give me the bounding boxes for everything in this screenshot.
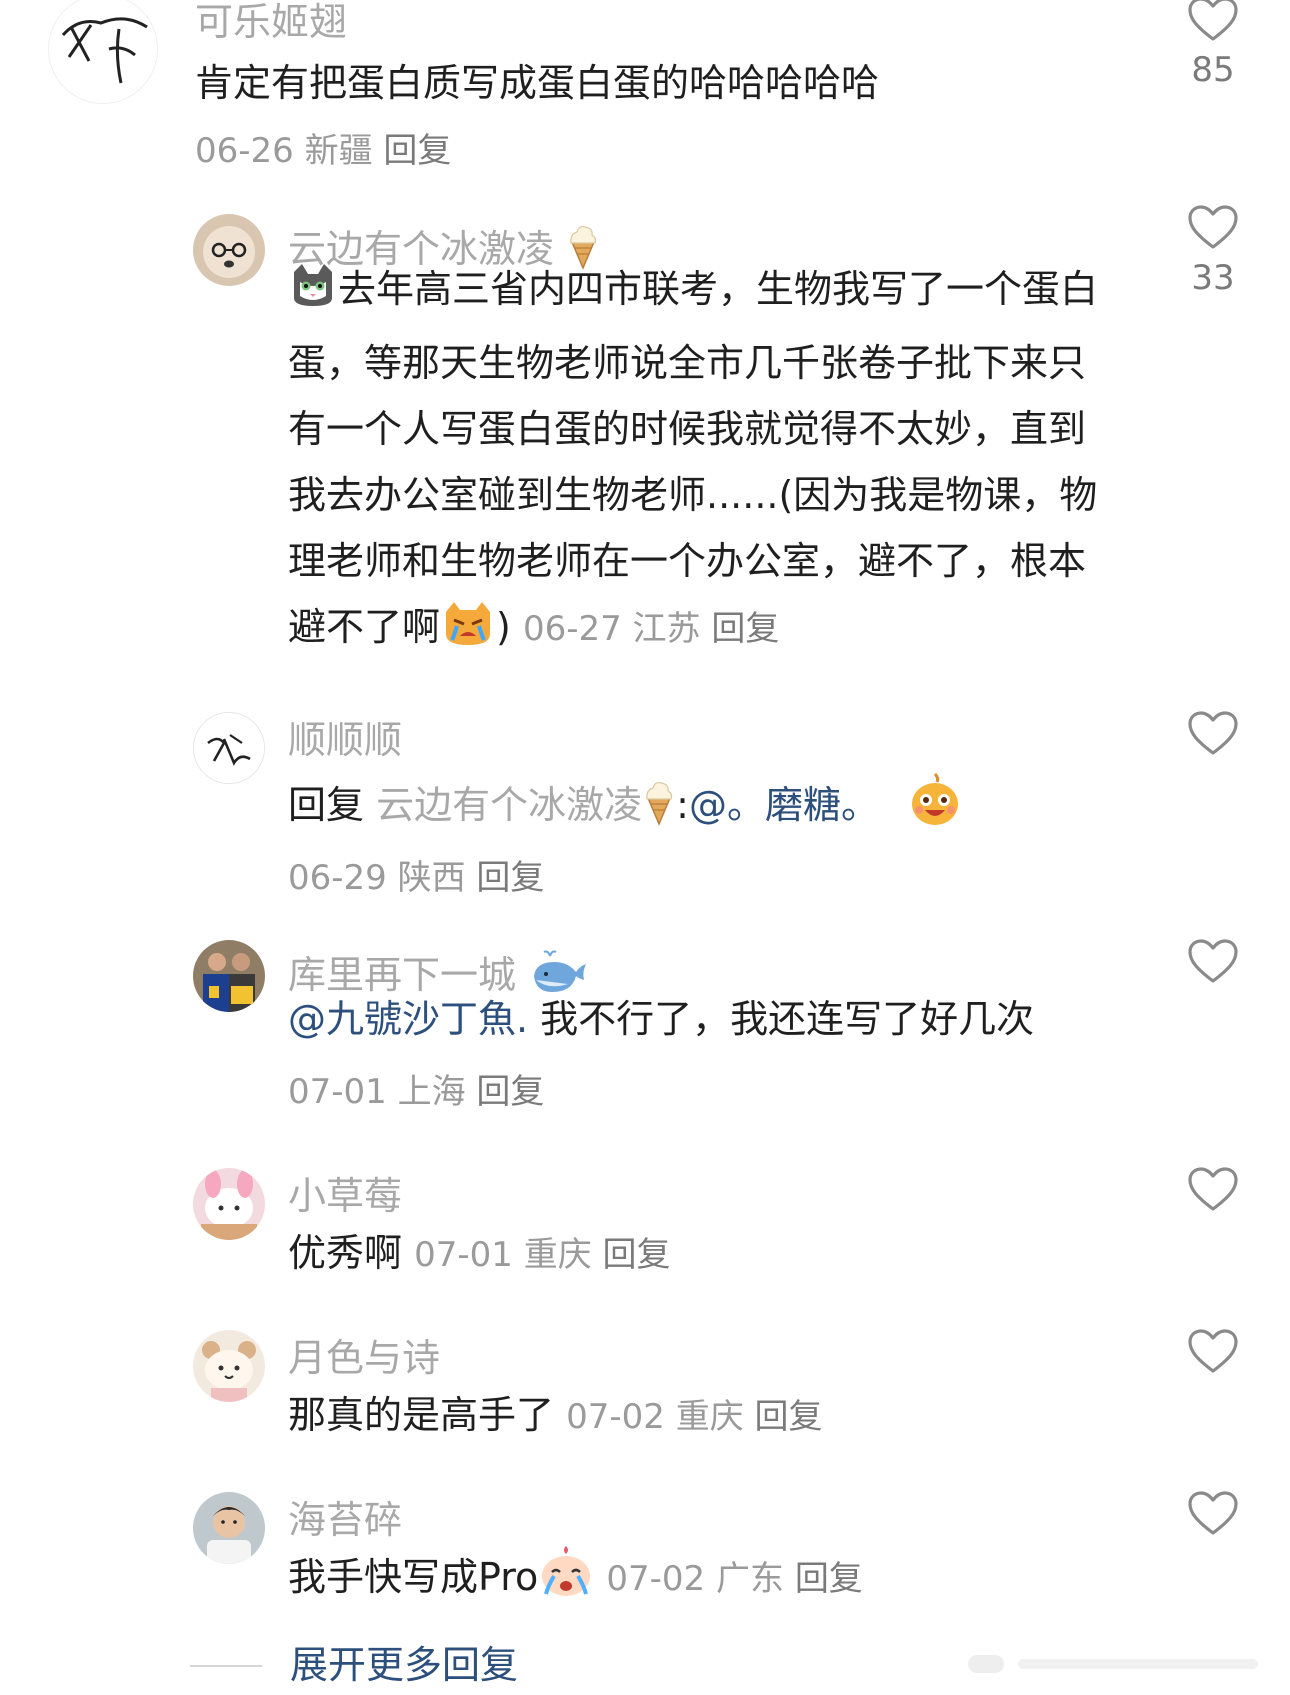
divider-line: [190, 1665, 262, 1667]
comment-text: 我手快写成Pro 07-02 广东 回复: [288, 1544, 1123, 1618]
cute-bear-avatar-icon: [193, 1330, 265, 1402]
comment-meta: 07-02 广东 回复: [606, 1559, 862, 1599]
avatar[interactable]: [193, 1168, 265, 1240]
comment-text: @九號沙丁魚. 我不行了，我还连写了好几次: [288, 986, 1123, 1052]
avatar[interactable]: [193, 1492, 265, 1564]
angry-cat-crying-emoji: [440, 598, 496, 668]
heart-icon: [1188, 1167, 1238, 1211]
reply-button[interactable]: 回复: [603, 1235, 671, 1275]
comment-date: 06-27: [522, 609, 622, 649]
reply-button[interactable]: 回复: [476, 858, 544, 898]
comment-text-content: 那真的是高手了: [288, 1393, 555, 1437]
mention-link[interactable]: @九號沙丁魚.: [288, 997, 528, 1041]
avatar[interactable]: [193, 712, 265, 784]
like-button[interactable]: [1183, 1490, 1243, 1536]
comment-location: 广东: [716, 1559, 784, 1599]
comment-date: 07-01: [414, 1235, 513, 1275]
boy-photo-avatar-icon: [193, 1492, 265, 1564]
comment-author[interactable]: 小草莓: [288, 1174, 402, 1218]
comment-author[interactable]: 顺顺顺: [288, 718, 402, 762]
comment-location: 重庆: [675, 1397, 744, 1437]
heart-icon: [1188, 939, 1238, 983]
comment-text: 那真的是高手了 07-02 重庆 回复: [288, 1382, 1123, 1450]
ice-cream-icon: [642, 778, 676, 846]
comment-text-content: 去年高三省内四市联考，生物我写了一个蛋白蛋，等那天生物老师说全市几千张卷子批下来…: [288, 267, 1099, 649]
comment-date: 07-01: [288, 1072, 387, 1112]
like-button[interactable]: [1183, 710, 1243, 756]
watermark-logo: [968, 1647, 1268, 1681]
scribble-drawing-avatar-icon: [49, 0, 157, 103]
comment-meta: 06-29 陕西 回复: [288, 858, 544, 898]
like-button[interactable]: [1183, 938, 1243, 984]
comment-text: 肯定有把蛋白质写成蛋白蛋的哈哈哈哈哈: [195, 61, 880, 105]
comment-meta: 07-02 重庆 回复: [566, 1397, 822, 1437]
comment-location: 江苏: [632, 609, 701, 649]
reply-button[interactable]: 回复: [755, 1397, 823, 1437]
reply-separator: :: [676, 783, 689, 827]
reply-button[interactable]: 回复: [711, 609, 779, 649]
avatar[interactable]: [193, 1330, 265, 1402]
comment-date: 07-02: [566, 1397, 665, 1437]
expand-more-label[interactable]: 展开更多回复: [290, 1640, 518, 1690]
comment-text: 优秀啊 07-01 重庆 回复: [288, 1220, 1123, 1288]
pink-bunny-avatar-icon: [193, 1168, 265, 1240]
heart-icon: [1188, 205, 1238, 249]
avatar[interactable]: [193, 940, 265, 1012]
reply-prefix: 回复: [288, 783, 365, 827]
like-count: 85: [1191, 50, 1235, 90]
reply-button[interactable]: 回复: [383, 131, 451, 171]
comment-text: 回复 云边有个冰激凌 :@。磨糖。: [288, 772, 1123, 846]
cat-face-emoji: [288, 260, 338, 330]
puppy-with-glasses-avatar-icon: [193, 214, 265, 286]
avatar[interactable]: [193, 214, 265, 286]
comment-text: 去年高三省内四市联考，生物我写了一个蛋白蛋，等那天生物老师说全市几千张卷子批下来…: [288, 256, 1123, 668]
comment-location: 陕西: [397, 858, 466, 898]
like-button[interactable]: 33: [1183, 204, 1243, 298]
comment-meta: 06-27 江苏 回复: [523, 609, 779, 649]
avatar[interactable]: [48, 0, 158, 104]
heart-icon: [1188, 711, 1238, 755]
comment-location: 上海: [397, 1072, 466, 1112]
calligraphy-signature-avatar-icon: [194, 713, 264, 783]
like-count: 33: [1191, 258, 1235, 298]
like-button[interactable]: [1183, 1328, 1243, 1374]
comment-meta: 07-01 上海 回复: [288, 1072, 544, 1112]
mention-link[interactable]: @。磨糖。: [689, 783, 879, 827]
laughing-face-emoji: [909, 772, 961, 846]
comment-date: 06-29: [288, 858, 387, 898]
comment-text-tail: ): [496, 605, 511, 649]
reply-button[interactable]: 回复: [795, 1559, 863, 1599]
comment-author[interactable]: 海苔碎: [288, 1498, 402, 1542]
comment-text-content: 优秀啊: [288, 1231, 403, 1275]
heart-icon: [1188, 0, 1238, 41]
reply-button[interactable]: 回复: [476, 1072, 544, 1112]
comment-author[interactable]: 月色与诗: [288, 1336, 440, 1380]
comment-date: 07-02: [606, 1559, 706, 1599]
reply-to-author[interactable]: 云边有个冰激凌: [376, 783, 642, 827]
comment-meta: 06-26 新疆 回复: [195, 131, 451, 171]
comment-text-content: 我手快写成Pro: [288, 1555, 539, 1599]
crying-baby-face-emoji: [538, 1544, 594, 1618]
basketball-players-avatar-icon: [193, 940, 265, 1012]
heart-icon: [1188, 1491, 1238, 1535]
comment-text-content: 我不行了，我还连写了好几次: [528, 997, 1035, 1041]
comment-location: 新疆: [304, 131, 373, 171]
comment-author[interactable]: 可乐姬翅: [195, 0, 347, 44]
like-button[interactable]: 85: [1183, 0, 1243, 90]
like-button[interactable]: [1183, 1166, 1243, 1212]
heart-icon: [1188, 1329, 1238, 1373]
comment-meta: 07-01 重庆 回复: [414, 1235, 670, 1275]
comment-date: 06-26: [195, 131, 294, 171]
comment-location: 重庆: [523, 1235, 592, 1275]
